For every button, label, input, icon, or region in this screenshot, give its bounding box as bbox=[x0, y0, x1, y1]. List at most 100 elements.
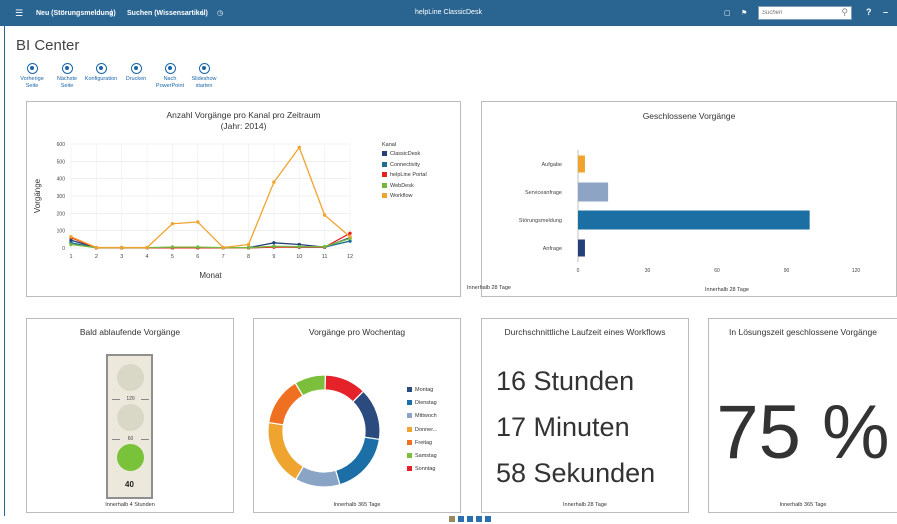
y-tick-label: 500 bbox=[57, 159, 66, 165]
x-tick-label: 2 bbox=[95, 254, 98, 260]
y-tick-label: 600 bbox=[57, 142, 66, 148]
category-label: Anfrage bbox=[543, 246, 562, 252]
data-point bbox=[272, 241, 276, 245]
y-tick-label: 200 bbox=[57, 211, 66, 217]
clock-icon[interactable]: ◷ bbox=[217, 9, 223, 19]
x-tick-label: 30 bbox=[645, 268, 651, 274]
y-axis-title: Vorgänge bbox=[33, 178, 42, 213]
legend-item[interactable]: WebDesk bbox=[382, 182, 414, 189]
y-tick-label: 300 bbox=[57, 194, 66, 200]
flag-icon[interactable]: ⚑ bbox=[741, 9, 747, 19]
pager-dot[interactable] bbox=[476, 516, 482, 522]
card-footer: Innerhalb 365 Tage bbox=[779, 502, 827, 508]
data-point bbox=[272, 244, 276, 248]
bar-chart: 0 30 60 90 120 Aufgabe Serviceanfrage Störungsm… bbox=[519, 150, 861, 293]
card-footer: Innerhalb 28 Tage bbox=[467, 285, 511, 291]
data-point bbox=[221, 245, 225, 250]
minimize-button[interactable]: – bbox=[883, 7, 888, 17]
data-point bbox=[272, 180, 276, 184]
help-button[interactable]: ? bbox=[866, 7, 872, 17]
weekday-chart-card[interactable]: Vorgänge pro Wochentag Montag Dienstag Mit… bbox=[253, 318, 461, 513]
print-icon bbox=[130, 63, 142, 74]
settings-icon bbox=[95, 63, 107, 74]
legend-swatch bbox=[407, 400, 412, 406]
channel-chart-card[interactable]: Anzahl Vorgänge pro Kanal pro Zeitraum (… bbox=[26, 101, 461, 297]
legend-item[interactable]: Montag bbox=[407, 387, 433, 393]
data-point bbox=[94, 245, 99, 250]
legend-label: Connectivity bbox=[390, 161, 420, 168]
gauge-value: 40 bbox=[125, 480, 134, 489]
x-tick-label: 120 bbox=[852, 268, 861, 274]
data-point bbox=[69, 242, 73, 247]
search-icon[interactable]: ⚲ bbox=[841, 7, 848, 18]
duration-minutes: 17 Minuten bbox=[496, 412, 630, 442]
legend-label: Mittwoch bbox=[415, 413, 437, 420]
legend-label: helpLine Portal bbox=[390, 172, 427, 178]
new-incident-button[interactable]: Neu (Störungsmeldung) bbox=[36, 9, 116, 19]
pager-dot[interactable] bbox=[485, 516, 491, 522]
legend-item[interactable]: Donner... bbox=[407, 426, 437, 433]
data-point bbox=[196, 245, 200, 249]
legend-item[interactable]: helpLine Portal bbox=[382, 172, 427, 178]
series-line-workflow bbox=[70, 146, 351, 249]
chevron-down-icon[interactable]: ￬ bbox=[110, 9, 114, 19]
data-point bbox=[120, 245, 124, 250]
x-tick-label: 0 bbox=[577, 268, 580, 274]
x-axis-title: Innerhalb 28 Tage bbox=[705, 287, 749, 293]
x-tick-label: 8 bbox=[247, 254, 250, 260]
pager-dot[interactable] bbox=[458, 516, 464, 522]
legend-item[interactable]: Sonntag bbox=[407, 466, 436, 472]
data-point bbox=[297, 145, 301, 150]
y-tick-label: 400 bbox=[57, 177, 66, 183]
data-point bbox=[322, 213, 327, 217]
search-knowledge-button[interactable]: Suchen (Wissensartikel) bbox=[127, 9, 208, 19]
bar-anfrage bbox=[578, 239, 585, 257]
bar-serviceanfrage bbox=[578, 182, 609, 202]
data-point bbox=[170, 245, 175, 249]
legend-swatch bbox=[407, 466, 412, 472]
chevron-down-icon[interactable]: ￬ bbox=[201, 9, 205, 19]
chat-icon[interactable]: ▢ bbox=[724, 9, 731, 19]
lamp-red-off bbox=[117, 364, 144, 391]
legend-item[interactable]: Mittwoch bbox=[407, 413, 437, 419]
x-tick-label: 12 bbox=[347, 254, 353, 260]
legend-swatch bbox=[382, 193, 387, 198]
duration-seconds: 58 Sekunden bbox=[496, 458, 656, 488]
top-bar: ☰ Neu (Störungsmeldung) ￬ Suchen (Wissen… bbox=[0, 0, 897, 26]
legend-item[interactable]: Workflow bbox=[382, 193, 413, 199]
legend-label: Samstag bbox=[415, 453, 437, 459]
category-label: Aufgabe bbox=[542, 162, 563, 168]
slice-sonntag bbox=[324, 374, 365, 403]
closed-cases-card[interactable]: Geschlossene Vorgänge 0 30 60 90 120 Aufgabe S… bbox=[467, 101, 897, 297]
x-tick-label: 10 bbox=[296, 254, 302, 260]
page-title: BI Center bbox=[16, 37, 80, 54]
pager-dot-active[interactable] bbox=[449, 516, 455, 522]
lamp-yellow-off bbox=[117, 404, 144, 431]
slideshow-button[interactable]: Slideshow starten bbox=[182, 63, 226, 90]
legend-item[interactable]: Dienstag bbox=[407, 400, 437, 406]
x-tick-label: 90 bbox=[784, 268, 790, 274]
pager-dot[interactable] bbox=[467, 516, 473, 522]
card-title: Bald ablaufende Vorgänge bbox=[79, 327, 181, 337]
legend-swatch bbox=[382, 161, 387, 167]
bar-aufgabe bbox=[578, 155, 585, 173]
hamburger-menu-icon[interactable]: ☰ bbox=[15, 7, 23, 19]
legend-item[interactable]: ClassicDesk bbox=[382, 151, 420, 157]
legend-swatch bbox=[382, 172, 387, 177]
legend-item[interactable]: Connectivity bbox=[382, 161, 420, 168]
search-input[interactable] bbox=[762, 8, 838, 18]
legend-item[interactable]: Freitag bbox=[407, 439, 432, 446]
expiring-cases-card[interactable]: Bald ablaufende Vorgänge 120 60 40 Inner… bbox=[26, 318, 234, 513]
legend-item[interactable]: Samstag bbox=[407, 453, 437, 459]
slice-donnerstag bbox=[267, 421, 305, 481]
x-tick-label: 9 bbox=[272, 254, 275, 260]
slice-dienstag bbox=[334, 436, 381, 486]
workflow-duration-card[interactable]: Durchschnittliche Laufzeit eines Workflo… bbox=[481, 318, 689, 513]
powerpoint-icon bbox=[164, 63, 176, 74]
data-point bbox=[170, 222, 175, 226]
legend-swatch bbox=[407, 439, 412, 445]
x-tick-label: 60 bbox=[714, 268, 720, 274]
card-title: In Lösungszeit geschlossene Vorgänge bbox=[729, 327, 877, 337]
solved-in-time-card[interactable]: In Lösungszeit geschlossene Vorgänge 75 … bbox=[708, 318, 897, 513]
category-label: Störungsmeldung bbox=[519, 218, 562, 224]
